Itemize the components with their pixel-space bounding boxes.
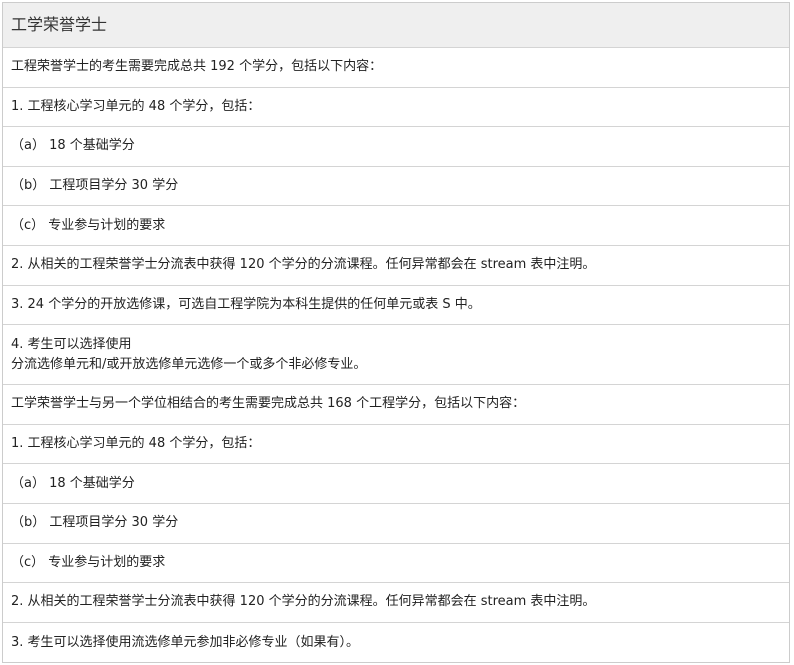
- table-row: 1. 工程核心学习单元的 48 个学分，包括：: [3, 425, 789, 465]
- table-row: （c） 专业参与计划的要求: [3, 544, 789, 584]
- table-row: 1. 工程核心学习单元的 48 个学分，包括：: [3, 88, 789, 128]
- row-text: 1. 工程核心学习单元的 48 个学分，包括：: [11, 98, 261, 114]
- table-header: 工学荣誉学士: [3, 3, 789, 48]
- row-text: 工程荣誉学士的考生需要完成总共 192 个学分，包括以下内容：: [11, 59, 383, 75]
- table-title: 工学荣誉学士: [11, 15, 108, 34]
- table-row: （a） 18 个基础学分: [3, 464, 789, 504]
- table-row: （a） 18 个基础学分: [3, 127, 789, 167]
- row-text: 2. 从相关的工程荣誉学士分流表中获得 120 个学分的分流课程。任何异常都会在…: [11, 594, 596, 610]
- table-row: 3. 考生可以选择使用流选修单元参加非必修专业（如果有）。: [3, 623, 789, 663]
- degree-requirements-table: 工学荣誉学士 工程荣誉学士的考生需要完成总共 192 个学分，包括以下内容： 1…: [2, 2, 790, 664]
- row-text: （b） 工程项目学分 30 学分: [11, 515, 179, 531]
- row-text: （a） 18 个基础学分: [11, 138, 135, 154]
- row-text: 3. 考生可以选择使用流选修单元参加非必修专业（如果有）。: [11, 634, 360, 650]
- table-row: （c） 专业参与计划的要求: [3, 206, 789, 246]
- table-row: 工学荣誉学士与另一个学位相结合的考生需要完成总共 168 个工程学分，包括以下内…: [3, 385, 789, 425]
- row-text: （a） 18 个基础学分: [11, 475, 135, 491]
- table-row: 3. 24 个学分的开放选修课，可选自工程学院为本科生提供的任何单元或表 S 中…: [3, 286, 789, 326]
- table-row: 工程荣誉学士的考生需要完成总共 192 个学分，包括以下内容：: [3, 48, 789, 88]
- table-row: 2. 从相关的工程荣誉学士分流表中获得 120 个学分的分流课程。任何异常都会在…: [3, 583, 789, 623]
- row-text: 1. 工程核心学习单元的 48 个学分，包括：: [11, 436, 261, 452]
- table-row: （b） 工程项目学分 30 学分: [3, 167, 789, 207]
- row-text-line-2: 分流选修单元和/或开放选修单元选修一个或多个非必修专业。: [11, 356, 367, 372]
- row-text: 2. 从相关的工程荣誉学士分流表中获得 120 个学分的分流课程。任何异常都会在…: [11, 257, 596, 273]
- row-text-line-1: 4. 考生可以选择使用: [11, 336, 132, 352]
- table-row: 4. 考生可以选择使用 分流选修单元和/或开放选修单元选修一个或多个非必修专业。: [3, 325, 789, 386]
- table-row: （b） 工程项目学分 30 学分: [3, 504, 789, 544]
- row-text: 3. 24 个学分的开放选修课，可选自工程学院为本科生提供的任何单元或表 S 中…: [11, 296, 481, 312]
- table-row: 2. 从相关的工程荣誉学士分流表中获得 120 个学分的分流课程。任何异常都会在…: [3, 246, 789, 286]
- row-text: （b） 工程项目学分 30 学分: [11, 178, 179, 194]
- row-text: （c） 专业参与计划的要求: [11, 217, 166, 233]
- row-text: 工学荣誉学士与另一个学位相结合的考生需要完成总共 168 个工程学分，包括以下内…: [11, 396, 526, 412]
- row-text: （c） 专业参与计划的要求: [11, 554, 166, 570]
